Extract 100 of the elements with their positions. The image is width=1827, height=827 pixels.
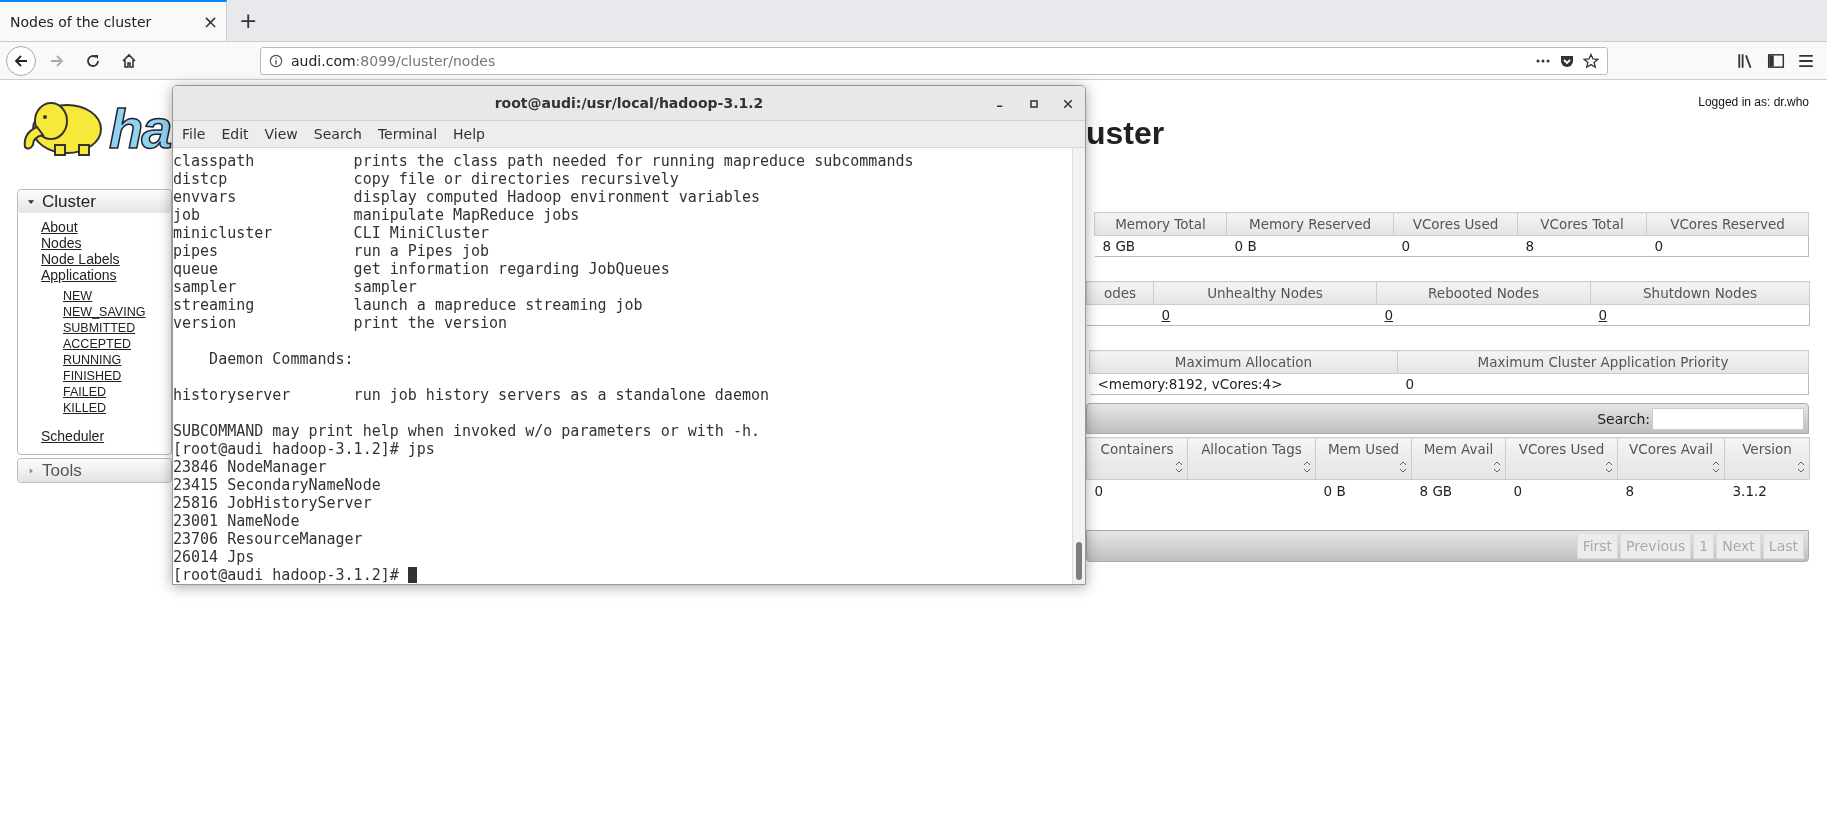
address-bar[interactable]: audi.com:8099/cluster/nodes	[260, 46, 1608, 75]
column-header[interactable]: Version	[1724, 437, 1810, 480]
menu-item[interactable]: Search	[305, 125, 370, 142]
table-cell: 0	[1094, 483, 1104, 499]
column-header: odes	[1086, 281, 1154, 305]
table-cell: <memory:8192, vCores:4>	[1097, 376, 1283, 392]
terminal-line: 26014 Jps	[173, 548, 255, 566]
count-link[interactable]: 0	[1598, 307, 1608, 323]
command-name: envvars	[173, 188, 238, 206]
menu-item[interactable]: View	[256, 125, 306, 142]
command-name: sampler	[173, 278, 238, 296]
sidebar-link[interactable]: Scheduler	[41, 428, 105, 444]
home-icon[interactable]	[121, 52, 137, 69]
table-cell: 8 GB	[1102, 238, 1136, 254]
app-state-link[interactable]: NEW_SAVING	[63, 304, 146, 320]
column-header: Maximum Cluster Application Priority	[1397, 350, 1809, 374]
app-state-link[interactable]: SUBMITTED	[63, 320, 136, 336]
command-name: job	[173, 206, 202, 224]
sidebar-link[interactable]: About	[41, 219, 78, 235]
scrollbar[interactable]	[1072, 148, 1085, 584]
browser-tab[interactable]: Nodes of the cluster ×	[0, 0, 227, 41]
section-heading: Daemon Commands:	[209, 350, 354, 368]
sidebar-link[interactable]: Applications	[41, 267, 117, 283]
search-field[interactable]	[1652, 407, 1804, 430]
command-description: copy file or directories recursively	[353, 170, 679, 188]
new-tab-button[interactable]: +	[227, 0, 270, 41]
sort-icon[interactable]	[1797, 461, 1805, 473]
sort-icon[interactable]	[1605, 461, 1613, 473]
app-state-link[interactable]: KILLED	[63, 400, 107, 416]
back-button[interactable]	[6, 45, 36, 76]
command-description: run a Pipes job	[353, 242, 490, 260]
column-header: Shutdown Nodes	[1590, 281, 1810, 305]
login-status: Logged in as: dr.who	[1698, 95, 1809, 109]
menu-item[interactable]: Help	[445, 125, 493, 142]
page-title: uster	[1086, 115, 1166, 151]
menu-item[interactable]: Edit	[213, 125, 257, 142]
command-description: print the version	[353, 314, 508, 332]
sidebar-link[interactable]: Node Labels	[41, 251, 120, 267]
column-header: VCores Used	[1393, 212, 1518, 236]
app-state-link[interactable]: FINISHED	[63, 368, 122, 384]
table-cell: 0	[1654, 238, 1664, 254]
sidebar-header[interactable]: Tools	[18, 459, 171, 482]
menu-item[interactable]: File	[174, 125, 214, 142]
command-description: display computed Hadoop environment variables	[353, 188, 760, 206]
column-header[interactable]: VCores Used	[1505, 437, 1618, 480]
column-header[interactable]: Mem Used	[1315, 437, 1412, 480]
command-name: streaming	[173, 296, 256, 314]
column-header: Unhealthy Nodes	[1153, 281, 1377, 305]
column-header: Rebooted Nodes	[1376, 281, 1591, 305]
sidebar-link[interactable]: Nodes	[41, 235, 82, 251]
close-icon[interactable]	[1062, 98, 1074, 110]
command-name: version	[173, 314, 238, 332]
window-title: root@audi:/usr/local/hadoop-3.1.2	[494, 94, 764, 111]
sidebar-icon[interactable]	[1767, 51, 1785, 70]
table-cell: 0	[1401, 238, 1411, 254]
table-cell: 8	[1625, 483, 1635, 499]
terminal-line: [root@audi hadoop-3.1.2]# jps	[173, 440, 435, 458]
sort-icon[interactable]	[1399, 461, 1407, 473]
app-state-link[interactable]: NEW	[63, 288, 93, 304]
command-name: queue	[173, 260, 220, 278]
close-icon[interactable]: ×	[202, 11, 218, 32]
maximize-icon[interactable]	[1028, 98, 1040, 110]
sort-icon[interactable]	[1303, 461, 1311, 473]
command-description: launch a mapreduce streaming job	[353, 296, 643, 314]
app-state-link[interactable]: FAILED	[63, 384, 107, 400]
table-cell: 0	[1405, 376, 1415, 392]
command-name: historyserver	[173, 386, 292, 404]
terminal-line: 23001 NameNode	[173, 512, 300, 530]
back-icon[interactable]	[13, 52, 29, 69]
star-icon[interactable]	[1583, 52, 1599, 69]
column-header[interactable]: VCores Avail	[1617, 437, 1725, 480]
logo-text: ha	[109, 101, 171, 157]
terminal-line: 23415 SecondaryNameNode	[173, 476, 381, 494]
sidebar-header[interactable]: Cluster	[18, 190, 171, 213]
sort-icon[interactable]	[1493, 461, 1501, 473]
command-description: manipulate MapReduce jobs	[353, 206, 580, 224]
app-state-link[interactable]: ACCEPTED	[63, 336, 132, 352]
command-description: sampler	[353, 278, 417, 296]
app-state-link[interactable]: RUNNING	[63, 352, 122, 368]
terminal-line: [root@audi hadoop-3.1.2]#	[173, 566, 399, 584]
sort-icon[interactable]	[1712, 461, 1720, 473]
search-label: Search:	[1597, 410, 1650, 427]
column-header[interactable]: Containers	[1086, 437, 1188, 480]
table-cell: 0	[1513, 483, 1523, 499]
command-name: pipes	[173, 242, 220, 260]
count-link[interactable]: 0	[1161, 307, 1171, 323]
table-cell: 3.1.2	[1732, 483, 1767, 499]
count-link[interactable]: 0	[1384, 307, 1394, 323]
column-header[interactable]: Mem Avail	[1411, 437, 1506, 480]
command-description: get information regarding JobQueues	[353, 260, 670, 278]
terminal-line: 23706 ResourceManager	[173, 530, 363, 548]
column-header: Memory Total	[1094, 212, 1227, 236]
menu-item[interactable]: Terminal	[369, 125, 446, 142]
column-header[interactable]: Allocation Tags	[1187, 437, 1316, 480]
terminal-line: 25816 JobHistoryServer	[173, 494, 372, 512]
info-icon[interactable]	[269, 53, 283, 68]
column-header: Memory Reserved	[1226, 212, 1394, 236]
reload-icon[interactable]	[85, 52, 101, 69]
terminal-line: 23846 NodeManager	[173, 458, 327, 476]
sort-icon[interactable]	[1175, 461, 1183, 473]
